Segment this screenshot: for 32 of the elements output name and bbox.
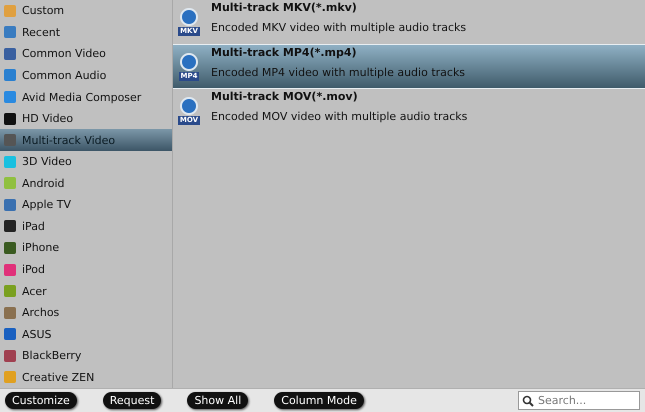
format-description: Encoded MKV video with multiple audio tracks — [211, 21, 466, 34]
format-title: Multi-track MKV(*.mkv) — [211, 1, 358, 14]
disc-icon — [180, 52, 198, 70]
toolbar-button[interactable]: Request — [102, 392, 162, 409]
sidebar-item[interactable]: Common Audio — [0, 64, 172, 86]
sidebar-item[interactable]: 3D Video — [0, 150, 172, 172]
sidebar-item[interactable]: iPhone — [0, 237, 172, 259]
disc-icon — [180, 96, 198, 114]
sidebar-item[interactable]: Archos — [0, 302, 172, 324]
sidebar-item[interactable]: Apple TV — [0, 194, 172, 216]
sidebar-item[interactable]: Multi-track Video — [0, 129, 172, 151]
search-field[interactable]: Search... — [518, 391, 640, 410]
sidebar-item[interactable]: Recent — [0, 22, 172, 44]
format-title: Multi-track MOV(*.mov) — [211, 90, 359, 103]
sidebar-item[interactable]: iPod — [0, 258, 172, 280]
sidebar-item[interactable]: ASUS — [0, 323, 172, 345]
sidebar-item[interactable]: Creative ZEN — [0, 366, 172, 388]
sidebar-item[interactable]: HD Video — [0, 108, 172, 130]
toolbar-button[interactable]: Customize — [5, 392, 77, 409]
sidebar-item[interactable]: Android — [0, 172, 172, 194]
sidebar-item[interactable]: Custom — [0, 0, 172, 22]
sidebar-item[interactable]: Common Video — [0, 43, 172, 65]
toolbar-button[interactable]: Show All — [187, 392, 248, 409]
sidebar-item[interactable]: iPad — [0, 216, 172, 238]
toolbar-button[interactable]: Column Mode — [274, 392, 364, 409]
format-title: Multi-track MP4(*.mp4) — [211, 46, 358, 59]
sidebar-item[interactable]: BlackBerry — [0, 345, 172, 367]
format-description: Encoded MOV video with multiple audio tracks — [211, 110, 468, 123]
disc-icon — [180, 8, 198, 26]
sidebar-item[interactable]: Avid Media Composer — [0, 86, 172, 108]
format-description: Encoded MP4 video with multiple audio tracks — [211, 66, 466, 79]
sidebar-item[interactable]: Acer — [0, 280, 172, 302]
